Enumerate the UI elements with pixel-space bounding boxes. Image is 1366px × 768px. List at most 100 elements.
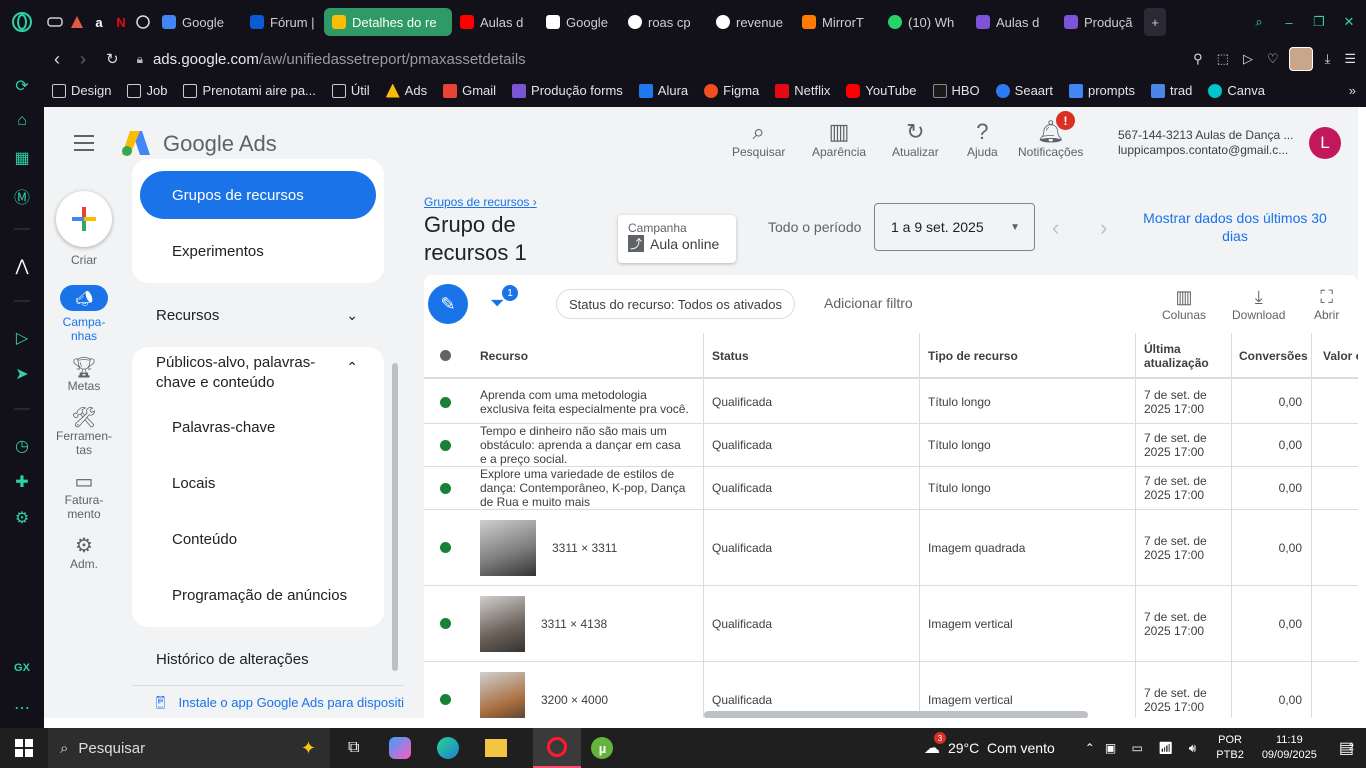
bookmark-prompts[interactable]: prompts [1061, 83, 1143, 98]
asset-thumbnail[interactable] [480, 595, 525, 652]
extensions-icon[interactable]: ✚ [15, 472, 28, 494]
tab-roas[interactable]: roas cp [620, 8, 708, 36]
bookmark-util[interactable]: Útil [324, 83, 378, 98]
add-filter-button[interactable]: Adicionar filtro [824, 295, 913, 311]
status-filter-chip[interactable]: Status do recurso: Todos os ativados [556, 289, 795, 319]
header-conversions[interactable]: Conversões [1239, 333, 1308, 379]
tab-forum[interactable]: Fórum | [242, 8, 324, 36]
menu-icon[interactable] [74, 135, 94, 151]
taskbar-search[interactable]: ⌕ Pesquisar ✦ [48, 728, 330, 768]
edit-button[interactable]: ✎ [428, 284, 468, 324]
nav-item-experiments[interactable]: Experimentos [132, 223, 384, 279]
tab-google-notion[interactable]: Google [538, 8, 620, 36]
download-button[interactable]: ⤓ Download [1232, 287, 1285, 322]
copilot-icon[interactable] [389, 737, 412, 759]
bookmark-ads[interactable]: Ads [378, 83, 435, 98]
minimize-window-icon[interactable]: – [1278, 8, 1300, 36]
resource-cell[interactable]: Explore uma variedade de estilos de danç… [480, 467, 690, 509]
tab-revenue[interactable]: revenue [708, 8, 794, 36]
nav-item-change-history[interactable]: Histórico de alterações [132, 635, 384, 683]
rail-billing[interactable]: ▭ Fatura- mento [65, 472, 104, 521]
easy-setup-icon[interactable]: ☰ [1344, 51, 1356, 67]
bookmark-prenotami[interactable]: Prenotami aire pa... [175, 83, 323, 98]
table-row[interactable]: 3311 × 3311 Qualificada Imagem quadrada … [424, 510, 1358, 586]
chevron-up-icon[interactable]: ⌃ [346, 359, 358, 376]
nav-item-keywords[interactable]: Palavras-chave [132, 399, 384, 455]
asset-thumbnail[interactable] [480, 519, 536, 576]
nav-scrollbar[interactable] [392, 363, 398, 671]
resource-cell[interactable]: 3311 × 4138 [480, 586, 607, 661]
player-icon[interactable]: ▷ [1243, 51, 1253, 67]
forward-icon[interactable]: › [80, 49, 86, 70]
opera-taskbar-icon[interactable] [533, 728, 582, 768]
workspaces-icon[interactable]: ⌂ [17, 112, 27, 134]
file-explorer-icon[interactable] [485, 739, 508, 757]
bookmark-netflix[interactable]: Netflix [767, 83, 838, 98]
bookmark-trad[interactable]: trad [1143, 83, 1200, 98]
rail-tools[interactable]: 🛠︎ Ferramen- tas [56, 408, 112, 457]
bookmark-alura[interactable]: Alura [631, 83, 696, 98]
rail-admin[interactable]: ⚙ Adm. [70, 536, 98, 571]
history-icon[interactable]: ◷ [15, 436, 29, 458]
chevron-up-icon[interactable]: ⌃ [1085, 741, 1095, 755]
weather-icon[interactable]: ☁ 3 [924, 732, 946, 758]
bookmark-gmail[interactable]: Gmail [435, 83, 504, 98]
bookmark-design[interactable]: Design [44, 83, 119, 98]
table-row[interactable]: 3200 × 4000 Qualificada Imagem vertical … [424, 662, 1358, 718]
gx-icon[interactable]: GX [14, 662, 30, 684]
player-icon[interactable]: ▷ [16, 328, 28, 350]
breadcrumb[interactable]: Grupos de recursos › [424, 195, 537, 209]
resource-cell[interactable]: Tempo e dinheiro não são mais um obstácu… [480, 424, 690, 466]
search-tabs-icon[interactable]: ⌕ [1248, 8, 1270, 36]
aria-icon[interactable]: ⟳ [15, 76, 28, 98]
rail-goals[interactable]: 🏆︎ Metas [68, 358, 101, 393]
campaign-chip[interactable]: Campanha ⤴ Aula online [618, 215, 736, 263]
settings-icon[interactable]: ⚙ [15, 508, 29, 530]
header-value[interactable]: Valor c [1323, 333, 1358, 379]
refresh-button[interactable]: ↻ Atualizar [892, 119, 939, 159]
install-app-link[interactable]: 📱︎ Instale o app Google Ads para disposit… [132, 685, 404, 718]
snapshot-icon[interactable]: ⬚ [1217, 51, 1229, 67]
help-button[interactable]: ? Ajuda [967, 119, 998, 159]
downloads-icon[interactable]: ⤓ [1325, 51, 1331, 67]
new-tab-button[interactable]: + [1144, 8, 1166, 36]
table-row[interactable]: Tempo e dinheiro não são mais um obstácu… [424, 424, 1358, 467]
table-row[interactable]: Aprenda com uma metodologia exclusiva fe… [424, 381, 1358, 424]
reload-icon[interactable]: ↻ [106, 50, 119, 68]
bookmark-youtube[interactable]: YouTube [838, 83, 924, 98]
resource-cell[interactable]: Aprenda com uma metodologia exclusiva fe… [480, 381, 690, 423]
more-icon[interactable]: ⋯ [14, 698, 30, 720]
create-button[interactable] [56, 191, 112, 247]
show-last-30-days-link[interactable]: Mostrar dados dos últimos 30 dias [1142, 209, 1328, 245]
nav-section-resources[interactable]: Recursos ⌄ [132, 291, 384, 339]
ads-triangle-icon[interactable] [66, 8, 88, 36]
close-window-icon[interactable]: ✕ [1338, 8, 1360, 36]
horizontal-scrollbar[interactable] [704, 711, 1088, 718]
header-status[interactable]: Status [712, 333, 749, 379]
bookmark-job[interactable]: Job [119, 83, 175, 98]
bookmark-producao-forms[interactable]: Produção forms [504, 83, 631, 98]
weather-text[interactable]: 29°C Com vento [948, 740, 1055, 756]
pin-icon[interactable]: ⚲ [1193, 51, 1203, 67]
app-logo-icon[interactable]: ⋀ [15, 256, 28, 278]
bookmark-hbo[interactable]: HBO [925, 83, 988, 98]
nav-section-audiences[interactable]: Públicos-alvo, palavras-chave e conteúdo [156, 353, 326, 393]
clock[interactable]: 11:19 09/09/2025 [1262, 733, 1317, 763]
resource-cell[interactable]: 3311 × 3311 [480, 510, 617, 585]
chatgpt-icon[interactable] [132, 8, 154, 36]
tray-icons[interactable]: ▣ ▭ 📶︎ 🔊︎ [1105, 741, 1202, 756]
tabs-icon[interactable]: ▦ [14, 148, 29, 170]
tab-google[interactable]: Google [154, 8, 242, 36]
header-resource[interactable]: Recurso [480, 333, 529, 379]
bookmark-figma[interactable]: Figma [696, 83, 767, 98]
tab-aulas-forms[interactable]: Aulas d [968, 8, 1056, 36]
asset-thumbnail[interactable] [480, 671, 525, 718]
nav-item-ad-schedule[interactable]: Programação de anúncios [132, 567, 384, 623]
table-row[interactable]: 3311 × 4138 Qualificada Imagem vertical … [424, 586, 1358, 662]
prev-period-icon[interactable]: ‹ [1052, 215, 1059, 241]
columns-button[interactable]: ▥ Colunas [1162, 287, 1206, 322]
account-info[interactable]: 567-144-3213 Aulas de Dança ... luppicam… [1118, 128, 1293, 158]
next-period-icon[interactable]: › [1100, 215, 1107, 241]
nav-item-content[interactable]: Conteúdo [132, 511, 384, 567]
profile-avatar[interactable] [1288, 47, 1313, 71]
